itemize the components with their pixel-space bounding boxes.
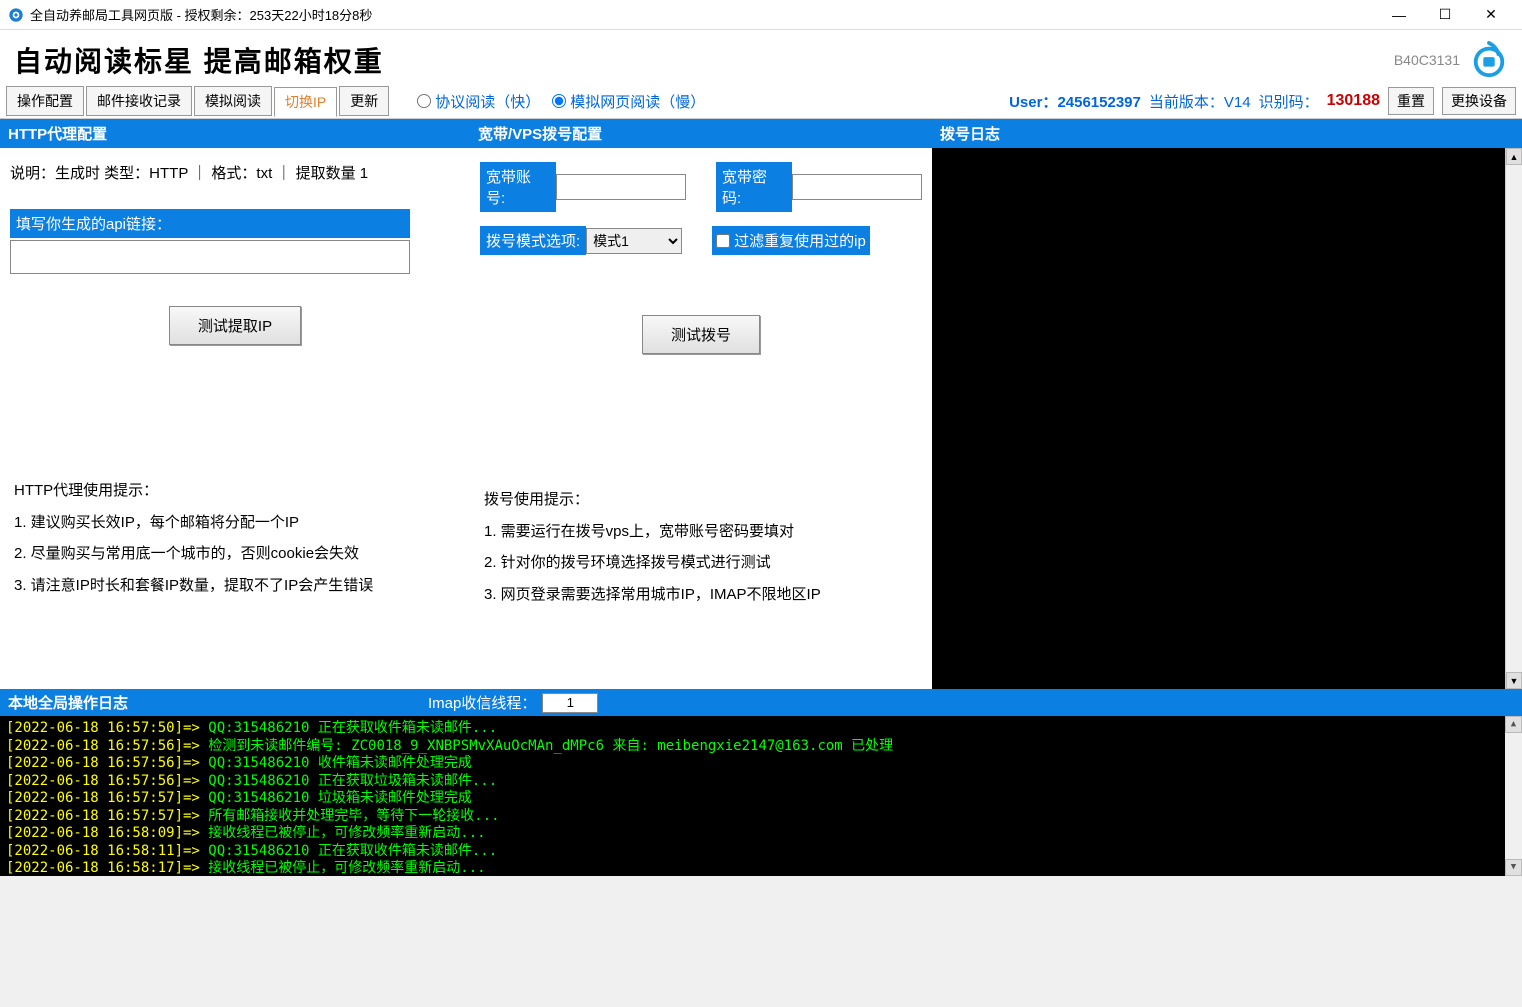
radio-webpage[interactable] bbox=[552, 94, 566, 108]
console-line: [2022-06-18 16:57:57]=> 所有邮箱接收并处理完毕，等待下一… bbox=[6, 808, 1516, 826]
scroll-down-icon[interactable]: ▼ bbox=[1505, 859, 1522, 876]
console-line: [2022-06-18 16:58:11]=> QQ:315486210 正在获… bbox=[6, 843, 1516, 861]
minimize-button[interactable]: — bbox=[1376, 0, 1422, 30]
dial-log-area: ▲ ▼ bbox=[932, 148, 1522, 689]
bottom-log-title: 本地全局操作日志 bbox=[8, 692, 128, 713]
test-extract-ip-button[interactable]: 测试提取IP bbox=[169, 306, 301, 345]
main-area: HTTP代理配置 说明：生成时 类型：HTTP ｜ 格式：txt ｜ 提取数量 … bbox=[0, 119, 1522, 689]
radio-protocol-label[interactable]: 协议阅读（快） bbox=[435, 91, 540, 112]
dialup-panel: 宽带/VPS拨号配置 宽带账号: 宽带密码: 拨号模式选项: 模式1 过滤重复使… bbox=[470, 119, 932, 689]
radio-webpage-label[interactable]: 模拟网页阅读（慢） bbox=[570, 91, 705, 112]
id-value: 130188 bbox=[1327, 92, 1380, 110]
reset-button[interactable]: 重置 bbox=[1388, 87, 1434, 115]
console-line: [2022-06-18 16:57:56]=> 检测到未读邮件编号: ZC001… bbox=[6, 738, 1516, 756]
id-label: 识别码： bbox=[1259, 91, 1319, 112]
console-scrollbar[interactable]: ▲ ▼ bbox=[1505, 716, 1522, 876]
console-line: [2022-06-18 16:57:57]=> QQ:315486210 垃圾箱… bbox=[6, 790, 1516, 808]
console: [2022-06-18 16:57:50]=> QQ:315486210 正在获… bbox=[0, 716, 1522, 876]
console-line: [2022-06-18 16:57:56]=> QQ:315486210 正在获… bbox=[6, 773, 1516, 791]
filter-label: 过滤重复使用过的ip bbox=[734, 230, 866, 251]
dialup-tips: 拨号使用提示： 1. 需要运行在拨号vps上，宽带账号密码要填对 2. 针对你的… bbox=[470, 474, 932, 620]
dial-log-header: 拨号日志 bbox=[932, 119, 1522, 148]
scroll-up-icon[interactable]: ▲ bbox=[1506, 148, 1522, 165]
header-code: B40C3131 bbox=[1394, 52, 1460, 68]
test-dial-button[interactable]: 测试拨号 bbox=[642, 315, 760, 354]
logo-icon bbox=[1470, 41, 1508, 79]
dial-log-scrollbar[interactable]: ▲ ▼ bbox=[1505, 148, 1522, 689]
tab-config[interactable]: 操作配置 bbox=[6, 86, 84, 116]
http-proxy-tips: HTTP代理使用提示： 1. 建议购买长效IP，每个邮箱将分配一个IP 2. 尽… bbox=[0, 465, 470, 611]
password-label: 宽带密码: bbox=[716, 162, 792, 212]
http-proxy-panel: HTTP代理配置 说明：生成时 类型：HTTP ｜ 格式：txt ｜ 提取数量 … bbox=[0, 119, 470, 689]
tab-sim-read[interactable]: 模拟阅读 bbox=[194, 86, 272, 116]
mode-select[interactable]: 模式1 bbox=[586, 228, 682, 254]
header: 自动阅读标星 提高邮箱权重 B40C3131 bbox=[0, 30, 1522, 86]
filter-checkbox[interactable] bbox=[716, 234, 730, 248]
thread-input[interactable] bbox=[542, 693, 598, 713]
console-line: [2022-06-18 16:57:50]=> QQ:315486210 正在获… bbox=[6, 720, 1516, 738]
password-input[interactable] bbox=[792, 174, 922, 200]
toolbar: 操作配置 邮件接收记录 模拟阅读 切换IP 更新 协议阅读（快） 模拟网页阅读（… bbox=[0, 86, 1522, 119]
tab-switch-ip[interactable]: 切换IP bbox=[274, 87, 337, 117]
http-proxy-desc: 说明：生成时 类型：HTTP ｜ 格式：txt ｜ 提取数量 1 bbox=[0, 148, 470, 189]
user-label: User：2456152397 bbox=[1009, 91, 1141, 112]
console-line: [2022-06-18 16:58:17]=> 接收线程已被停止，可修改频率重新… bbox=[6, 860, 1516, 876]
console-line: [2022-06-18 16:58:09]=> 接收线程已被停止，可修改频率重新… bbox=[6, 825, 1516, 843]
titlebar: 全自动养邮局工具网页版 - 授权剩余：253天22小时18分8秒 — ☐ ✕ bbox=[0, 0, 1522, 30]
window-title: 全自动养邮局工具网页版 - 授权剩余：253天22小时18分8秒 bbox=[30, 5, 1376, 24]
maximize-button[interactable]: ☐ bbox=[1422, 0, 1468, 30]
radio-protocol[interactable] bbox=[417, 94, 431, 108]
close-button[interactable]: ✕ bbox=[1468, 0, 1514, 30]
slogan: 自动阅读标星 提高邮箱权重 bbox=[14, 40, 1394, 80]
app-icon bbox=[8, 7, 24, 23]
console-line: [2022-06-18 16:57:56]=> QQ:315486210 收件箱… bbox=[6, 755, 1516, 773]
scroll-up-icon[interactable]: ▲ bbox=[1505, 716, 1522, 733]
mode-label: 拨号模式选项: bbox=[480, 226, 586, 255]
api-label: 填写你生成的api链接： bbox=[10, 209, 410, 238]
tab-mail-log[interactable]: 邮件接收记录 bbox=[86, 86, 192, 116]
account-input[interactable] bbox=[556, 174, 686, 200]
bottom-log-header: 本地全局操作日志 Imap收信线程： bbox=[0, 689, 1522, 716]
scroll-down-icon[interactable]: ▼ bbox=[1506, 672, 1522, 689]
version-label: 当前版本：V14 bbox=[1149, 91, 1251, 112]
api-input[interactable] bbox=[10, 240, 410, 274]
change-device-button[interactable]: 更换设备 bbox=[1442, 87, 1516, 115]
dial-log-panel: 拨号日志 ▲ ▼ bbox=[932, 119, 1522, 689]
dialup-header: 宽带/VPS拨号配置 bbox=[470, 119, 932, 148]
tab-update[interactable]: 更新 bbox=[339, 86, 389, 116]
account-label: 宽带账号: bbox=[480, 162, 556, 212]
thread-label: Imap收信线程： bbox=[428, 692, 536, 713]
http-proxy-header: HTTP代理配置 bbox=[0, 119, 470, 148]
